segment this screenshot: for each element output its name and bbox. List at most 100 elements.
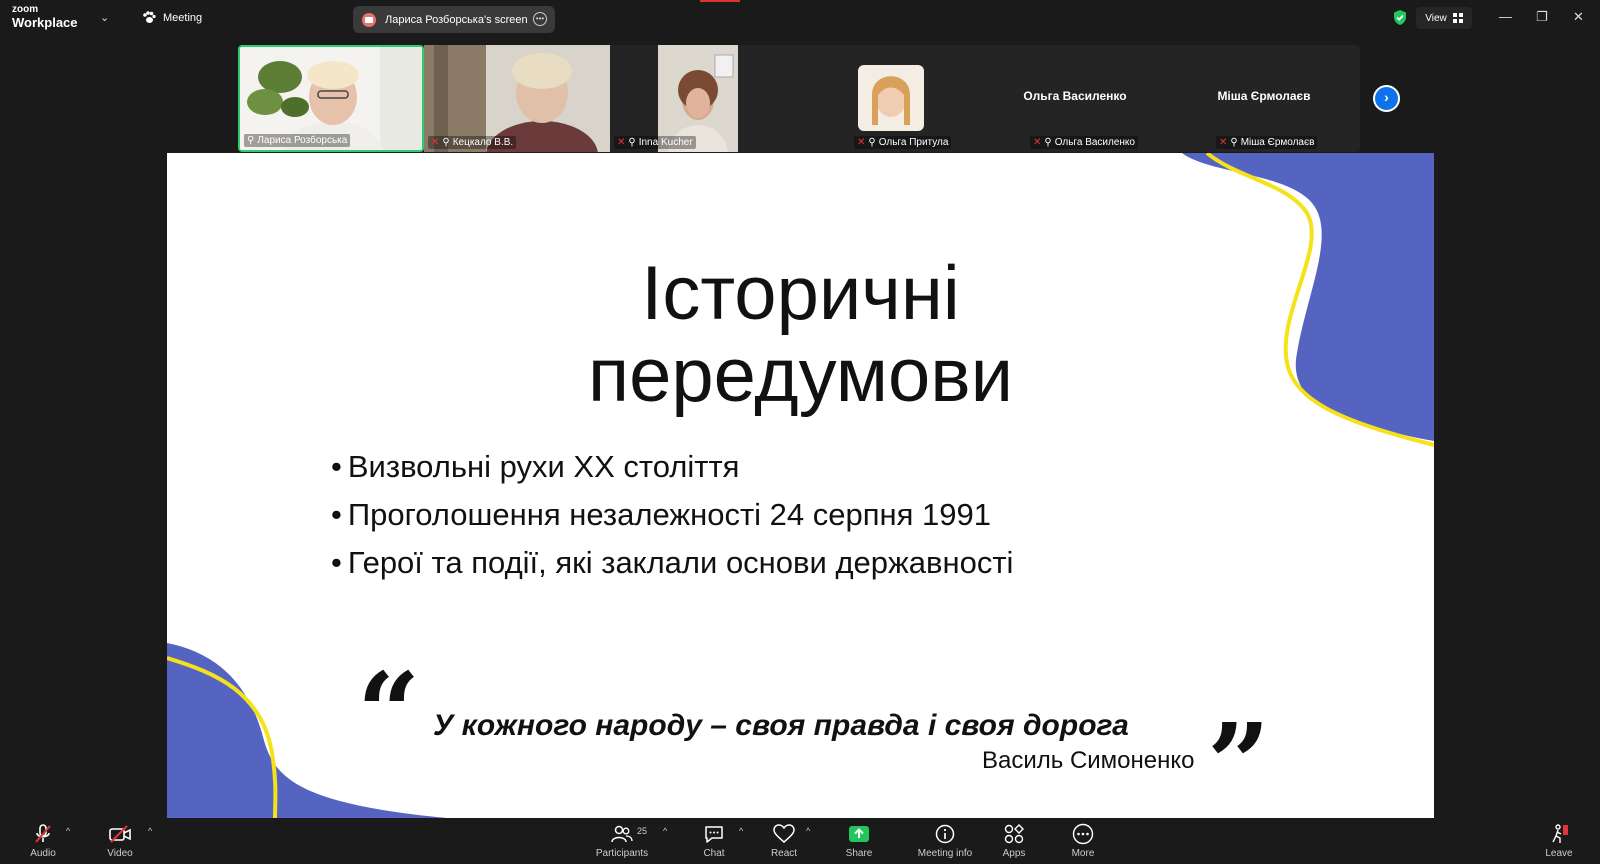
brand-bottom: Workplace	[12, 15, 78, 30]
react-options-caret[interactable]: ^	[806, 826, 810, 836]
video-tile[interactable]: ✕ ⚲ Кецкало В.В.	[424, 45, 610, 152]
bullet-list: Визвольні рухи XX століття Проголошення …	[331, 443, 1014, 587]
pin-icon: ⚲	[442, 137, 450, 148]
paw-icon	[143, 11, 156, 23]
participant-display-name: Ольга Василенко	[1023, 89, 1127, 103]
participant-name-tag: ✕ ⚲ Ольга Притула	[854, 136, 952, 149]
participant-name: Лариса Розборська	[257, 135, 348, 146]
video-tile[interactable]: Міша Єрмолаєв ✕ ⚲ Міша Єрмолаєв	[1168, 45, 1360, 152]
pin-icon: ⚲	[868, 137, 876, 148]
participants-options-caret[interactable]: ^	[663, 826, 667, 836]
meeting-toolbar: Audio ^ Video ^ Participants 25 ^ Chat ^…	[0, 820, 1600, 864]
pin-icon: ⚲	[247, 135, 255, 146]
video-options-caret[interactable]: ^	[148, 826, 152, 836]
minimize-icon[interactable]: —	[1499, 9, 1512, 24]
restore-icon[interactable]: ❐	[1536, 9, 1548, 25]
shared-slide: Історичні передумови Визвольні рухи XX с…	[167, 153, 1434, 818]
video-tile[interactable]: ✕ ⚲ Inna Kucher	[610, 45, 796, 152]
chat-icon	[705, 826, 723, 843]
chevron-right-icon: ›	[1384, 89, 1389, 105]
mic-muted-icon: ✕	[1219, 137, 1228, 148]
participant-name: Ольга Василенко	[1054, 137, 1135, 148]
leave-label: Leave	[1545, 848, 1573, 859]
bullet-item: Проголошення незалежності 24 серпня 1991	[331, 491, 1013, 539]
leave-button[interactable]: Leave	[1529, 822, 1589, 859]
view-label: View	[1425, 12, 1447, 24]
zoom-workplace-logo[interactable]: zoom Workplace	[12, 4, 78, 30]
pin-icon: ⚲	[628, 137, 636, 148]
more-options-icon[interactable]: •••	[533, 12, 547, 26]
title-bar: zoom Workplace ⌄ Meeting Лариса Розборсь…	[0, 0, 1600, 37]
mic-muted-icon: ✕	[857, 137, 866, 148]
shared-screen-tab[interactable]: Лариса Розборська's screen •••	[353, 6, 555, 33]
video-tile[interactable]: ⚲ Лариса Розборська	[238, 45, 424, 152]
share-label: Share	[845, 848, 873, 859]
view-button[interactable]: View	[1416, 7, 1472, 29]
slide-title-line1: Історичні	[641, 251, 960, 336]
shield-check-icon[interactable]	[1392, 9, 1408, 26]
participant-name-tag: ✕ ⚲ Ольга Василенко	[1030, 136, 1138, 149]
pin-icon: ⚲	[1044, 137, 1052, 148]
leave-icon	[1552, 824, 1568, 843]
apps-label: Apps	[1002, 848, 1026, 859]
chat-options-caret[interactable]: ^	[739, 826, 743, 836]
meeting-label: Meeting	[163, 11, 203, 24]
more-label: More	[1071, 848, 1095, 859]
react-button[interactable]: React	[754, 822, 814, 859]
quote-author: Василь Симоненко	[982, 747, 1195, 774]
participant-name: Inna Kucher	[638, 137, 693, 148]
recording-indicator	[700, 0, 740, 2]
more-button[interactable]: More	[1053, 822, 1113, 859]
heart-icon	[773, 824, 795, 843]
video-tile[interactable]: Ольга Василенко ✕ ⚲ Ольга Василенко	[982, 45, 1168, 152]
screen-share-avatar-icon	[362, 12, 376, 27]
participant-name: Кецкало В.В.	[452, 137, 514, 148]
participant-name-tag: ✕ ⚲ Кецкало В.В.	[428, 136, 517, 149]
apps-icon	[1004, 824, 1024, 844]
video-gallery-strip: ⚲ Лариса Розборська ✕ ⚲ Кецкало В.В. ✕ ⚲…	[238, 45, 1360, 152]
video-label: Video	[107, 848, 133, 859]
audio-label: Audio	[30, 848, 56, 859]
meeting-menu[interactable]: Meeting	[142, 11, 202, 24]
participant-name: Ольга Притула	[878, 137, 949, 148]
react-label: React	[770, 848, 798, 859]
participant-name-tag: ⚲ Лариса Розборська	[244, 134, 351, 147]
grid-icon	[1452, 13, 1463, 23]
chat-button[interactable]: Chat	[684, 822, 744, 859]
open-quote-icon: “	[357, 648, 421, 777]
mic-muted-icon: ✕	[431, 137, 440, 148]
quote-text: У кожного народу – своя правда і своя до…	[433, 709, 1129, 742]
screen-tab-label: Лариса Розборська's screen	[385, 13, 528, 26]
meeting-info-label: Meeting info	[917, 848, 973, 859]
mic-muted-icon: ✕	[617, 137, 626, 148]
mic-muted-icon	[35, 824, 51, 843]
video-tile[interactable]: ✕ ⚲ Ольга Притула	[796, 45, 982, 152]
participants-label: Participants	[595, 848, 649, 859]
pin-icon: ⚲	[1230, 137, 1238, 148]
gallery-next-button[interactable]: ›	[1373, 85, 1400, 112]
meeting-info-button[interactable]: Meeting info	[910, 822, 980, 859]
share-screen-icon	[849, 826, 869, 842]
brand-top: zoom	[12, 4, 39, 15]
close-quote-icon: ”	[1207, 699, 1271, 819]
chat-label: Chat	[703, 848, 725, 859]
slide-title: Історичні передумови	[167, 253, 1434, 417]
participant-name-tag: ✕ ⚲ Inna Kucher	[614, 136, 696, 149]
participant-name-tag: ✕ ⚲ Міша Єрмолаєв	[1216, 136, 1318, 149]
more-icon	[1072, 823, 1094, 845]
mic-muted-icon: ✕	[1033, 137, 1042, 148]
video-off-icon	[109, 825, 131, 843]
share-button[interactable]: Share	[829, 822, 889, 859]
apps-button[interactable]: Apps	[984, 822, 1044, 859]
slide-title-line2: передумови	[587, 333, 1014, 418]
chevron-down-icon[interactable]: ⌄	[100, 11, 109, 24]
info-icon	[935, 824, 955, 844]
close-icon[interactable]: ✕	[1573, 9, 1584, 25]
participant-name: Міша Єрмолаєв	[1240, 137, 1315, 148]
participants-icon	[611, 825, 633, 843]
audio-options-caret[interactable]: ^	[66, 826, 70, 836]
audio-button[interactable]: Audio	[13, 822, 73, 859]
video-button[interactable]: Video	[90, 822, 150, 859]
bullet-item: Визвольні рухи XX століття	[331, 443, 1013, 491]
participant-display-name: Міша Єрмолаєв	[1217, 89, 1311, 103]
